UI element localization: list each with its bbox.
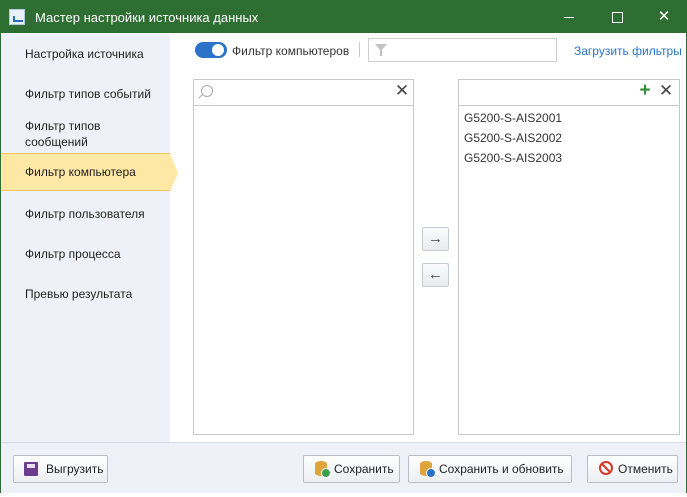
save-and-refresh-button[interactable]: Сохранить и обновить <box>408 455 572 483</box>
load-filters-link[interactable]: Загрузить фильтры <box>574 44 682 58</box>
available-computers-panel: ✕ <box>193 79 414 435</box>
clear-search-icon[interactable]: ✕ <box>394 82 410 99</box>
move-left-button[interactable]: ← <box>422 263 449 287</box>
sidebar-item-source-settings[interactable]: Настройка источника <box>1 46 170 62</box>
sidebar-item-label: Фильтр пользователя <box>25 207 145 221</box>
available-computers-search[interactable]: ✕ <box>194 80 413 106</box>
computer-filter-toggle-label: Фильтр компьютеров <box>232 44 350 58</box>
clear-list-icon[interactable]: ✕ <box>658 82 674 99</box>
screen: o x s a c c M c c Мастер настройки источ… <box>0 0 687 497</box>
sidebar-item-process-filter[interactable]: Фильтр процесса <box>1 246 170 262</box>
maximize-button[interactable] <box>594 1 640 33</box>
database-save-icon <box>315 461 331 478</box>
divider <box>359 42 360 57</box>
floppy-disk-icon <box>24 462 38 476</box>
sidebar-item-label: Фильтр типов событий <box>25 87 151 101</box>
save-button[interactable]: Сохранить <box>303 455 400 483</box>
selected-computers-panel: + ✕ G5200-S-AIS2001 G5200-S-AIS2002 G520… <box>458 79 680 435</box>
funnel-icon <box>375 44 387 56</box>
database-refresh-icon <box>420 461 436 478</box>
arrow-left-icon: ← <box>428 266 443 283</box>
arrow-right-icon: → <box>428 230 443 247</box>
search-icon <box>201 85 213 97</box>
move-right-button[interactable]: → <box>422 227 449 251</box>
sidebar-item-message-types-filter[interactable]: Фильтр типов сообщений <box>1 118 135 150</box>
sidebar-item-user-filter[interactable]: Фильтр пользователя <box>1 206 170 222</box>
dialog-footer: Выгрузить Сохранить Сохранить и обновить… <box>1 442 686 493</box>
list-item[interactable]: G5200-S-AIS2002 <box>464 131 562 145</box>
sidebar-item-label: Фильтр типов сообщений <box>25 119 101 149</box>
save-and-refresh-button-label: Сохранить и обновить <box>439 462 564 476</box>
maximize-icon <box>611 11 623 23</box>
app-chart-icon <box>9 9 25 25</box>
sidebar-item-label: Фильтр процесса <box>25 247 121 261</box>
data-source-wizard-dialog: Мастер настройки источника данных ✕ Наст… <box>0 0 687 493</box>
selected-computers-list: G5200-S-AIS2001 G5200-S-AIS2002 G5200-S-… <box>459 106 679 434</box>
sidebar-item-computer-filter[interactable]: Фильтр компьютера <box>1 153 178 192</box>
export-button-label: Выгрузить <box>46 462 104 476</box>
filter-input[interactable] <box>368 38 557 62</box>
add-icon[interactable]: + <box>637 81 653 100</box>
close-icon: ✕ <box>657 8 671 25</box>
list-item[interactable]: G5200-S-AIS2003 <box>464 151 562 165</box>
cancel-button[interactable]: Отменить <box>587 455 678 483</box>
cancel-icon <box>599 461 613 475</box>
title-bar[interactable]: Мастер настройки источника данных ✕ <box>1 1 686 33</box>
wizard-steps-sidebar: Настройка источника Фильтр типов событий… <box>1 34 178 442</box>
cancel-button-label: Отменить <box>618 462 673 476</box>
sidebar-item-label: Превью результата <box>25 287 133 301</box>
active-step-pointer <box>170 154 178 192</box>
minimize-button[interactable] <box>546 1 592 33</box>
computer-filter-toggle[interactable] <box>195 42 227 58</box>
export-button[interactable]: Выгрузить <box>13 455 108 483</box>
sidebar-item-label: Настройка источника <box>25 47 144 61</box>
list-item[interactable]: G5200-S-AIS2001 <box>464 111 562 125</box>
minimize-icon <box>564 16 574 18</box>
sidebar-item-label: Фильтр компьютера <box>25 165 136 179</box>
sidebar-item-result-preview[interactable]: Превью результата <box>1 286 170 302</box>
selected-computers-header: + ✕ <box>459 80 679 106</box>
available-computers-list[interactable] <box>194 106 413 434</box>
sidebar-item-event-types-filter[interactable]: Фильтр типов событий <box>1 86 170 102</box>
window-title: Мастер настройки источника данных <box>35 10 259 25</box>
save-button-label: Сохранить <box>334 462 394 476</box>
close-button[interactable]: ✕ <box>641 1 687 33</box>
